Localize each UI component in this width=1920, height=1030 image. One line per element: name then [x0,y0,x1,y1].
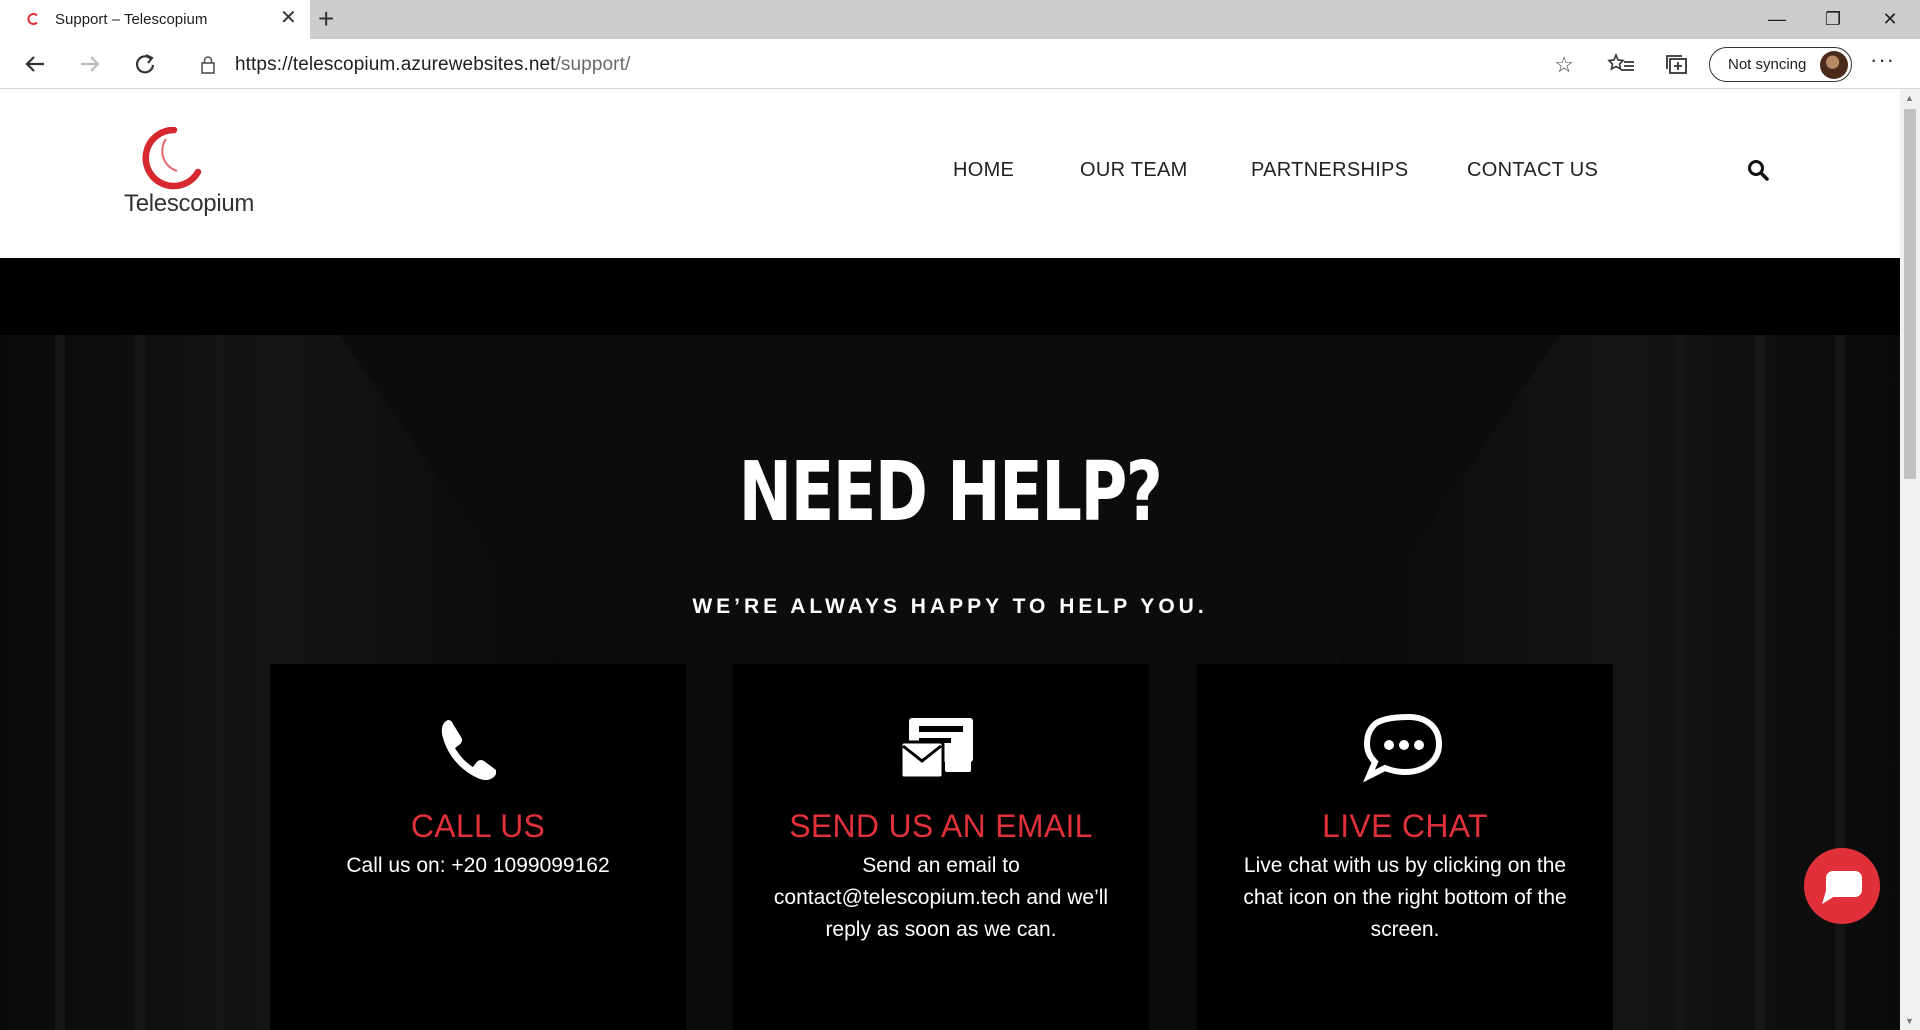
close-tab-icon[interactable]: ✕ [280,8,297,28]
site-favicon-icon [27,13,38,25]
live-chat-button[interactable] [1804,848,1880,924]
chat-icon [1363,714,1443,783]
restore-icon[interactable]: ❐ [1813,6,1853,32]
email-title: SEND US AN EMAIL [789,808,1093,844]
call-us-text: Call us on: +20 1099099162 [346,854,610,877]
browser-tab[interactable]: Support – Telescopium ✕ [0,0,310,39]
favorites-list-icon[interactable] [1607,50,1637,78]
support-hero-section: NEED HELP? WE’RE ALWAYS HAPPY TO HELP YO… [0,335,1900,1030]
scroll-up-icon[interactable]: ▲ [1905,93,1914,103]
more-menu-icon[interactable]: ··· [1870,47,1895,73]
tab-title: Support – Telescopium [55,11,208,28]
nav-contact-us[interactable]: CONTACT US [1467,159,1598,182]
nav-our-team[interactable]: OUR TEAM [1080,159,1188,182]
phone-icon [441,720,496,781]
search-icon[interactable] [1747,159,1769,181]
forward-icon[interactable] [75,50,105,78]
profile-sync-button[interactable]: Not syncing [1709,47,1852,82]
chat-bubble-icon [1822,871,1862,904]
address-toolbar: https://telescopium.azurewebsites.net/su… [0,39,1920,89]
url-field[interactable]: https://telescopium.azurewebsites.net/su… [180,46,1586,82]
scroll-thumb[interactable] [1904,109,1916,479]
minimize-icon[interactable]: — [1757,6,1797,32]
collections-icon[interactable] [1662,50,1692,78]
url-host: https://telescopium.azurewebsites.net [235,54,556,75]
call-us-title: CALL US [410,808,546,844]
lock-icon[interactable] [200,55,216,74]
back-icon[interactable] [20,50,50,78]
live-chat-card: LIVE CHAT Live chat with us by clicking … [1197,664,1613,1030]
call-us-card: CALL US Call us on: +20 1099099162 [270,664,686,1030]
scroll-down-icon[interactable]: ▼ [1905,1016,1914,1026]
nav-partnerships[interactable]: PARTNERSHIPS [1251,159,1408,182]
web-page: Telescopium HOME OUR TEAM PARTNERSHIPS C… [0,89,1900,1030]
page-subtitle: WE’RE ALWAYS HAPPY TO HELP YOU. [692,595,1208,618]
browser-tab-bar: Support – Telescopium ✕ + — ❐ ✕ [0,0,1920,39]
logo-text: Telescopium [124,190,255,217]
email-icon [899,718,973,780]
nav-home[interactable]: HOME [953,159,1014,182]
page-title: NEED HELP? [738,445,1163,540]
email-text: Send an email to contact@telescopium.tec… [773,854,1109,941]
close-window-icon[interactable]: ✕ [1870,6,1910,32]
refresh-icon[interactable] [130,50,160,78]
url-text: https://telescopium.azurewebsites.net/su… [235,54,630,76]
header-spacer-band [0,258,1900,335]
live-chat-text: Live chat with us by clicking on the cha… [1243,854,1567,941]
avatar [1820,51,1848,79]
sync-label: Not syncing [1728,56,1807,73]
live-chat-title: LIVE CHAT [1322,808,1488,844]
page-scrollbar[interactable]: ▲ ▼ [1900,89,1920,1030]
site-header: Telescopium HOME OUR TEAM PARTNERSHIPS C… [0,89,1900,258]
email-card: SEND US AN EMAIL Send an email to contac… [733,664,1149,1030]
new-tab-icon[interactable]: + [318,4,334,34]
url-path: /support/ [555,54,631,75]
favorite-star-icon[interactable]: ☆ [1554,52,1574,78]
